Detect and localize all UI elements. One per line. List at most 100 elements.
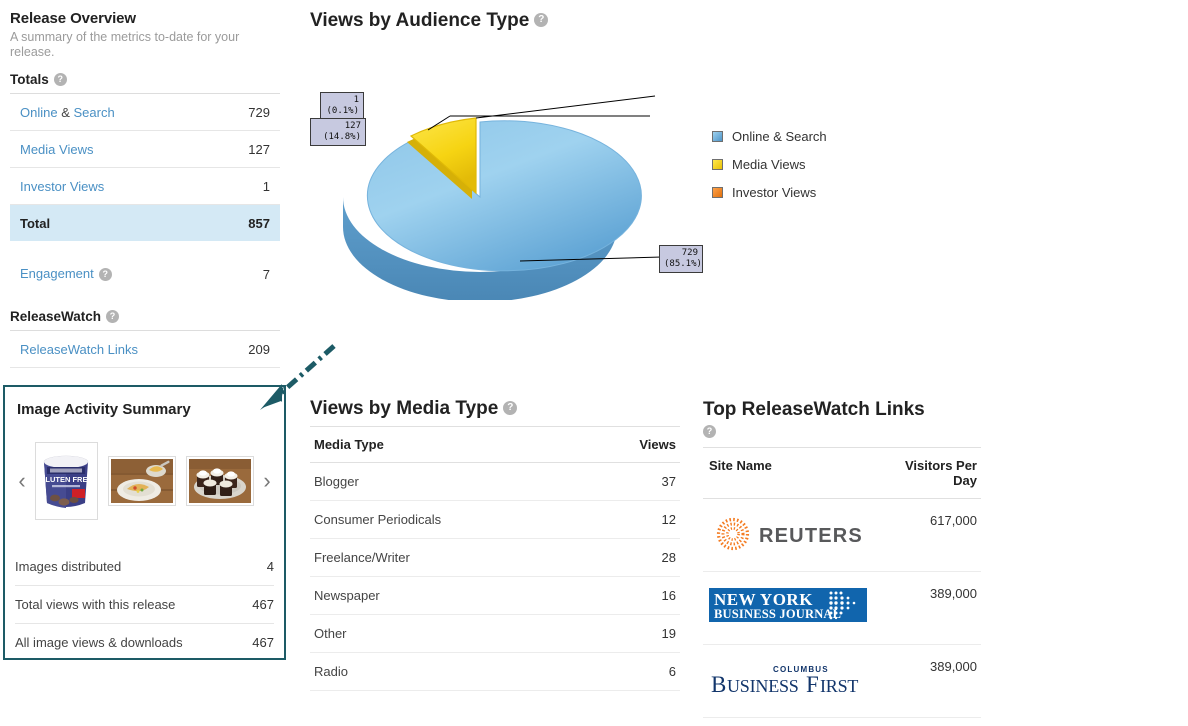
top-releasewatch-links-title: Top ReleaseWatch Links — [703, 399, 925, 420]
total-label: Total — [20, 215, 51, 231]
legend-item-investor-views[interactable]: Investor Views — [712, 178, 827, 206]
image-activity-rows: Images distributed 4 Total views with th… — [15, 548, 274, 661]
svg-text:F: F — [806, 672, 818, 697]
columbus-business-first-logo: COLUMBUS B USINESS F IRST — [711, 665, 859, 697]
cell-visitors-per-day: 389,000 — [879, 644, 981, 719]
cell-media-type: Newspaper — [310, 576, 588, 615]
column-header-visitors-per-day: Visitors Per Day — [879, 447, 981, 500]
legend-item-online-search[interactable]: Online & Search — [712, 122, 827, 150]
pie-callout-online-search: 729 (85.1%) — [659, 245, 703, 273]
help-icon[interactable]: ? — [53, 72, 67, 86]
cell-views: 19 — [587, 614, 680, 653]
cell-media-type: Blogger — [310, 462, 588, 501]
help-icon[interactable]: ? — [106, 309, 120, 323]
engagement-value: 7 — [262, 266, 270, 282]
pie-callout-media-views: 127 (14.8%) — [310, 118, 366, 146]
list-item: All image views & downloads 467 — [15, 624, 274, 661]
thumbnail-plated-food-on-wooden-table[interactable] — [108, 456, 176, 506]
cell-media-type: Consumer Periodicals — [310, 500, 588, 539]
views-by-media-type-panel: Views by Media Type? Media Type Views Bl… — [310, 398, 680, 691]
page-title: Release Overview — [10, 10, 136, 27]
totals-row-value: 127 — [248, 141, 270, 157]
help-icon[interactable]: ? — [534, 12, 549, 27]
table-row[interactable]: Online & Search 729 — [10, 94, 280, 131]
table-row[interactable]: NEW YORK BUSINESS JOURNAL 389,000 — [703, 571, 981, 646]
svg-text:COLUMBUS: COLUMBUS — [773, 665, 829, 674]
image-activity-label: Images distributed — [15, 559, 122, 574]
table-header-row: Site Name Visitors Per Day — [703, 447, 981, 500]
table-row[interactable]: Investor Views 1 — [10, 168, 280, 205]
releasewatch-help-line: ? — [703, 424, 981, 439]
section-title-text: Views by Media Type — [310, 398, 499, 419]
totals-row-label-media-views[interactable]: Media Views — [20, 142, 93, 157]
table-header-row: Media Type Views — [310, 426, 680, 463]
table-row: Radio 6 — [310, 652, 680, 691]
totals-row-label-online-search: Online & Search — [20, 105, 115, 120]
dashboard-page: Release Overview A summary of the metric… — [0, 0, 1188, 726]
image-activity-value: 467 — [252, 597, 274, 612]
carousel-thumbnails: GLUTEN FREE — [35, 442, 254, 520]
totals-section-label: Totals? — [10, 72, 280, 94]
releasewatch-section-label: ReleaseWatch? — [10, 309, 280, 331]
table-row: Consumer Periodicals 12 — [310, 500, 680, 539]
column-header-views: Views — [587, 426, 680, 463]
help-icon[interactable]: ? — [703, 425, 716, 439]
table-row: Freelance/Writer 28 — [310, 538, 680, 577]
top-releasewatch-links-panel: Top ReleaseWatch Links ? Site Name Visit… — [703, 398, 981, 719]
pie-callout-investor-views: 1 (0.1%) — [320, 92, 364, 120]
help-icon[interactable]: ? — [98, 267, 112, 281]
link-engagement[interactable]: Engagement — [20, 266, 94, 281]
image-activity-label: Total views with this release — [15, 597, 176, 612]
column-header-media-type: Media Type — [310, 426, 588, 463]
carousel-prev-icon[interactable]: ‹ — [13, 470, 31, 492]
table-row[interactable]: REUTERS 617,000 — [703, 498, 981, 573]
image-activity-value: 4 — [266, 559, 274, 574]
cell-site-logo-columbus-business-first[interactable]: COLUMBUS B USINESS F IRST — [703, 644, 879, 719]
table-row: Other 19 — [310, 614, 680, 653]
legend-label: Investor Views — [732, 184, 817, 200]
views-by-media-type-title: Views by Media Type? — [310, 398, 680, 420]
legend-swatch-blue — [712, 130, 723, 142]
cell-media-type: Freelance/Writer — [310, 538, 588, 577]
engagement-row[interactable]: Engagement? 7 — [10, 255, 280, 293]
releasewatch-links-label[interactable]: ReleaseWatch Links — [20, 342, 138, 357]
legend-label: Media Views — [732, 156, 806, 172]
table-row: Newspaper 16 — [310, 576, 680, 615]
page-subtitle: A summary of the metrics to-date for you… — [10, 30, 240, 59]
pie-chart-legend: Online & Search Media Views Investor Vie… — [712, 122, 827, 206]
cell-views: 12 — [587, 500, 680, 539]
column-header-site-name: Site Name — [703, 447, 879, 500]
cell-visitors-per-day: 617,000 — [879, 498, 981, 573]
engagement-label: Engagement? — [20, 266, 112, 281]
table-row[interactable]: COLUMBUS B USINESS F IRST 389,000 — [703, 644, 981, 719]
svg-text:B: B — [711, 672, 726, 697]
cell-views: 37 — [587, 462, 680, 501]
table-row[interactable]: Media Views 127 — [10, 131, 280, 168]
cell-site-logo-reuters[interactable]: REUTERS — [703, 498, 879, 573]
releasewatch-label-text: ReleaseWatch — [10, 309, 102, 324]
carousel-next-icon[interactable]: › — [258, 470, 276, 492]
list-item: Total views with this release 467 — [15, 586, 274, 624]
table-row-total: Total 857 — [10, 205, 280, 241]
totals-row-label-investor-views[interactable]: Investor Views — [20, 179, 104, 194]
help-icon[interactable]: ? — [503, 400, 518, 415]
image-activity-title: Image Activity Summary — [17, 401, 191, 418]
cell-visitors-per-day: 389,000 — [879, 571, 981, 646]
image-activity-value: 467 — [252, 635, 274, 650]
cell-views: 28 — [587, 538, 680, 577]
reuters-logo: REUTERS — [716, 517, 862, 550]
release-overview-panel: Release Overview A summary of the metric… — [10, 10, 280, 368]
totals-label-text: Totals — [10, 72, 49, 87]
legend-swatch-orange — [712, 186, 723, 198]
legend-item-media-views[interactable]: Media Views — [712, 150, 827, 178]
cell-views: 6 — [587, 652, 680, 691]
views-by-audience-type-title: Views by Audience Type? — [310, 10, 990, 32]
list-item: Images distributed 4 — [15, 548, 274, 586]
releasewatch-links-table: Site Name Visitors Per Day REUTERS 617,0… — [703, 447, 981, 719]
link-online[interactable]: Online — [20, 105, 58, 120]
cell-site-logo-new-york-business-journal[interactable]: NEW YORK BUSINESS JOURNAL — [703, 571, 879, 646]
thumbnail-chocolate-cupcakes-platter[interactable] — [186, 456, 254, 506]
table-row[interactable]: ReleaseWatch Links 209 — [10, 331, 280, 368]
link-search[interactable]: Search — [74, 105, 115, 120]
thumbnail-gluten-free-cookie-dough-tub[interactable]: GLUTEN FREE — [35, 442, 98, 520]
